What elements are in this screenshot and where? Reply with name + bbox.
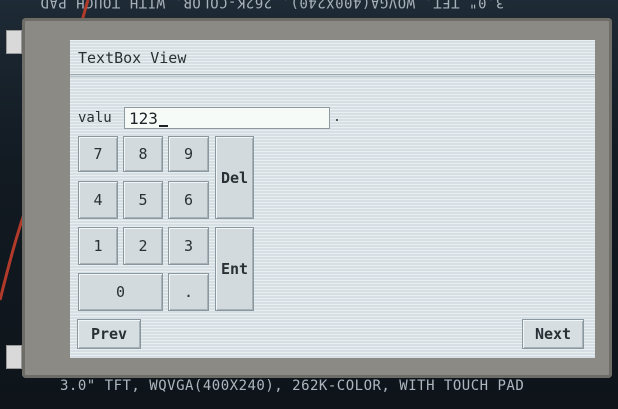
key-3[interactable]: 3: [168, 227, 209, 265]
board-silkscreen-bottom: 3.0" TFT, WQVGA(400X240), 262K-COLOR, WI…: [60, 378, 525, 394]
key-4[interactable]: 4: [78, 181, 118, 219]
value-text: 123: [129, 109, 158, 128]
device-board: 3.0" TFT, WQVGA(400X240), 262K-COLOR, WI…: [0, 0, 618, 409]
key-0[interactable]: 0: [78, 273, 163, 311]
enter-button[interactable]: Ent: [215, 227, 254, 311]
board-silkscreen-top: 3.0" TFT, WQVGA(400X240), 262K-COLOR, WI…: [40, 0, 505, 10]
key-5[interactable]: 5: [123, 181, 163, 219]
pin-header-bottom: [6, 345, 22, 369]
value-label: valu: [78, 110, 112, 126]
key-6[interactable]: 6: [168, 181, 209, 219]
key-8[interactable]: 8: [123, 136, 163, 172]
title-bar: TextBox View: [70, 40, 595, 75]
textbox-dot: [336, 119, 338, 121]
tft-screen: TextBox View valu 123 7 8 9 4 5 6 Del 1 …: [70, 40, 595, 358]
value-textbox[interactable]: 123: [124, 107, 330, 129]
prev-button[interactable]: Prev: [77, 319, 141, 349]
window-title: TextBox View: [78, 49, 187, 67]
pin-header-top: [6, 30, 22, 54]
key-9[interactable]: 9: [168, 136, 209, 172]
next-button[interactable]: Next: [522, 319, 584, 349]
delete-button[interactable]: Del: [215, 136, 254, 219]
text-cursor: [158, 125, 168, 127]
key-decimal-point[interactable]: .: [168, 273, 209, 311]
key-7[interactable]: 7: [78, 136, 118, 172]
title-divider: [70, 76, 595, 77]
key-1[interactable]: 1: [78, 227, 118, 265]
key-2[interactable]: 2: [123, 227, 163, 265]
